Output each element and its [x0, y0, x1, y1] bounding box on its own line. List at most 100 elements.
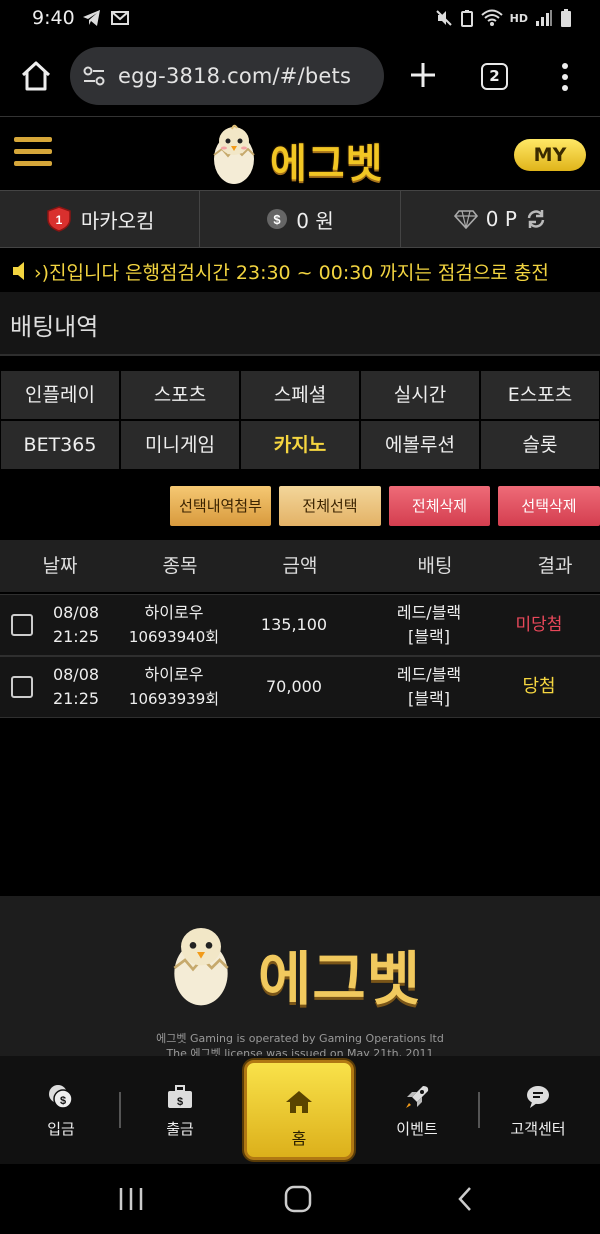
row-amount: 70,000: [266, 677, 322, 696]
home-icon[interactable]: [18, 58, 54, 94]
site-footer: 에그벳 에그벳 Gaming is operated by Gaming Ope…: [0, 896, 600, 1060]
header-game: 종목: [162, 555, 198, 577]
nav-withdraw[interactable]: $ 출금: [130, 1082, 230, 1139]
coin-icon: $: [267, 209, 288, 229]
tab-inplay[interactable]: 인플레이: [0, 370, 120, 420]
tab-bet365[interactable]: BET365: [0, 420, 120, 470]
hamburger-menu-icon[interactable]: [14, 137, 52, 171]
user-name-cell[interactable]: 1 마카오킴: [0, 191, 201, 247]
row-amount: 135,100: [260, 615, 328, 634]
nav-support-label: 고객센터: [510, 1120, 566, 1138]
site-logo[interactable]: 에그벳: [208, 119, 398, 189]
row-result: 미당첨: [515, 615, 563, 635]
tab-live[interactable]: 실시간: [360, 370, 480, 420]
header-bet: 배팅: [417, 555, 453, 577]
mute-icon: [435, 10, 452, 26]
tab-esports[interactable]: E스포츠: [480, 370, 600, 420]
user-info-bar: 1 마카오킴 $ 0 원 0 P: [0, 190, 600, 248]
row-checkbox[interactable]: [11, 676, 33, 698]
table-row: 08/08 21:25 하이로우 10693939회 70,000 레드/블랙 …: [0, 656, 600, 718]
select-all-button[interactable]: 전체선택: [279, 486, 381, 526]
back-icon[interactable]: [455, 1185, 475, 1213]
header-date: 날짜: [42, 555, 78, 577]
android-navigation-bar: [0, 1164, 600, 1234]
nav-event-label: 이벤트: [396, 1120, 438, 1138]
row-bet: 레드/블랙: [396, 603, 462, 622]
chat-bubble-icon: [527, 1086, 549, 1108]
tab-special[interactable]: 스페셜: [240, 370, 360, 420]
briefcase-icon: $: [168, 1085, 192, 1108]
svg-text:$: $: [177, 1096, 183, 1108]
address-bar[interactable]: egg-3818.com/#/bets: [70, 47, 384, 105]
money-balance: 0 원: [296, 208, 334, 233]
level-number: 1: [56, 213, 63, 227]
row-result: 당첨: [522, 676, 556, 697]
row-round: 10693939회: [128, 690, 220, 708]
svg-text:$: $: [274, 212, 282, 227]
more-menu-icon[interactable]: [555, 61, 575, 93]
site-settings-icon[interactable]: [82, 65, 106, 87]
delete-selected-button[interactable]: 선택삭제: [498, 486, 600, 526]
table-row: 08/08 21:25 하이로우 10693940회 135,100 레드/블랙…: [0, 594, 600, 656]
url-text: egg-3818.com/#/bets: [118, 64, 352, 88]
logo-text: 에그벳: [270, 141, 384, 187]
row-time: 21:25: [52, 689, 100, 708]
row-checkbox[interactable]: [11, 614, 33, 636]
new-tab-icon[interactable]: [408, 60, 438, 90]
attach-selected-button[interactable]: 선택내역첨부: [170, 486, 271, 526]
mail-icon: [111, 11, 129, 25]
recent-apps-icon[interactable]: [116, 1186, 146, 1212]
signal-icon: [536, 10, 552, 26]
username: 마카오킴: [80, 208, 155, 233]
my-page-button[interactable]: MY: [514, 139, 586, 171]
points-cell: 0 P: [401, 191, 600, 247]
footer-operator-text: 에그벳 Gaming is operated by Gaming Operati…: [156, 1032, 444, 1045]
row-round: 10693940회: [128, 628, 220, 646]
nav-deposit[interactable]: $ 입금: [11, 1082, 111, 1139]
status-bar: 9:40 HD: [0, 0, 600, 38]
table-header: 날짜 종목 금액 배팅 결과: [0, 540, 600, 592]
row-date: 08/08: [52, 603, 100, 622]
nav-support[interactable]: 고객센터: [488, 1082, 588, 1139]
site-header: 에그벳 MY: [0, 116, 600, 190]
speaker-icon: [13, 262, 24, 280]
nav-deposit-label: 입금: [47, 1120, 75, 1138]
tab-casino[interactable]: 카지노: [240, 420, 360, 470]
nav-home-button[interactable]: 홈: [244, 1060, 354, 1160]
tab-sports[interactable]: 스포츠: [120, 370, 240, 420]
points-balance: 0 P: [485, 207, 517, 231]
tab-minigame[interactable]: 미니게임: [120, 420, 240, 470]
egg-chick-icon: [173, 928, 229, 1006]
tab-evolution[interactable]: 에볼루션: [360, 420, 480, 470]
tab-slot[interactable]: 슬롯: [480, 420, 600, 470]
row-bet: 레드/블랙: [396, 665, 462, 684]
delete-all-button[interactable]: 전체삭제: [389, 486, 490, 526]
row-game: 하이로우: [144, 665, 204, 684]
android-home-icon[interactable]: [283, 1184, 313, 1214]
header-result: 결과: [537, 555, 573, 577]
nav-home-label: 홈: [291, 1129, 307, 1148]
notice-text: ›)진입니다 은행점검시간 23:30 ~ 00:30 까지는 점검으로 충전: [34, 262, 549, 284]
battery-icon: [561, 9, 571, 27]
bottom-nav: $ 입금 $ 출금 홈 이벤트 고객센터: [0, 1056, 600, 1164]
header-amount: 금액: [282, 555, 318, 577]
battery-saver-icon: [460, 10, 473, 27]
refresh-icon[interactable]: [525, 208, 547, 230]
category-tabs: 인플레이 스포츠 스페셜 실시간 E스포츠 BET365 미니게임 카지노 에볼…: [0, 370, 600, 470]
row-date: 08/08: [52, 665, 100, 684]
diamond-icon: [453, 210, 478, 229]
row-time: 21:25: [52, 627, 100, 646]
svg-text:$: $: [60, 1095, 66, 1107]
page-title-bar: 배팅내역: [0, 292, 600, 356]
page-title: 배팅내역: [10, 313, 99, 341]
nav-event[interactable]: 이벤트: [367, 1082, 467, 1139]
tab-switcher-button[interactable]: 2: [481, 63, 508, 90]
egg-chick-icon: [213, 124, 255, 184]
telegram-icon: [83, 10, 100, 26]
action-buttons: 선택내역첨부 전체선택 전체삭제 선택삭제: [0, 486, 600, 526]
footer-logo-text: 에그벳: [258, 945, 422, 1013]
row-pick: [블랙]: [408, 689, 450, 708]
network-type-label: HD: [509, 11, 528, 25]
money-cell: $ 0 원: [200, 191, 401, 247]
coins-icon: $: [49, 1085, 73, 1109]
